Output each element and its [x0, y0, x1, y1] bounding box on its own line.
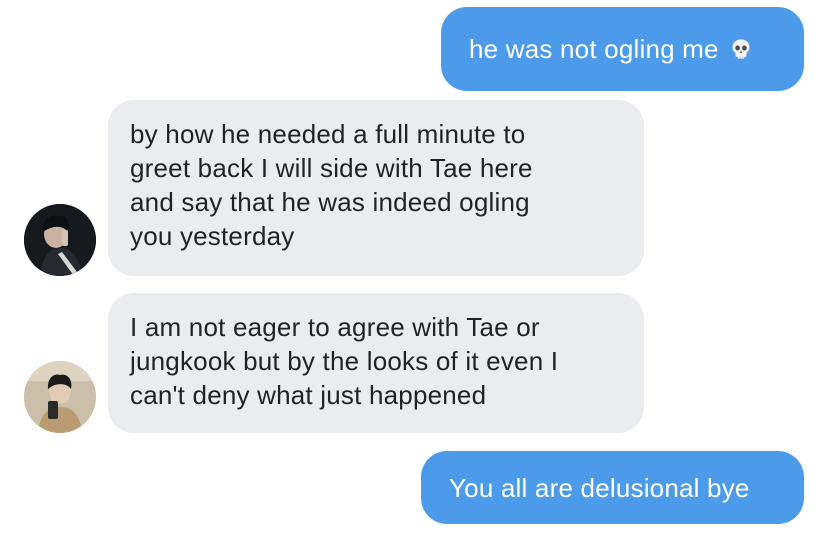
sent-message-bubble[interactable]: You all are delusional bye — [421, 451, 804, 524]
received-message-bubble[interactable]: I am not eager to agree with Tae or jung… — [108, 293, 644, 433]
message-line: greet back I will side with Tae here — [130, 153, 533, 183]
message-line: I am not eager to agree with Tae or — [130, 312, 540, 342]
message-line: and say that he was indeed ogling — [130, 187, 530, 217]
avatar[interactable] — [24, 361, 96, 433]
skull-icon — [732, 39, 750, 59]
avatar-photo — [24, 204, 96, 276]
message-line: can't deny what just happened — [130, 380, 487, 410]
sent-message-bubble[interactable]: he was not ogling me — [441, 7, 804, 91]
message-text: he was not ogling me — [469, 34, 719, 64]
avatar-photo — [24, 361, 96, 433]
received-message-bubble[interactable]: by how he needed a full minute to greet … — [108, 100, 644, 276]
message-line: by how he needed a full minute to — [130, 119, 526, 149]
avatar[interactable] — [24, 204, 96, 276]
message-line: jungkook but by the looks of it even I — [130, 346, 559, 376]
message-line: you yesterday — [130, 221, 295, 251]
message-text: You all are delusional bye — [449, 472, 750, 503]
